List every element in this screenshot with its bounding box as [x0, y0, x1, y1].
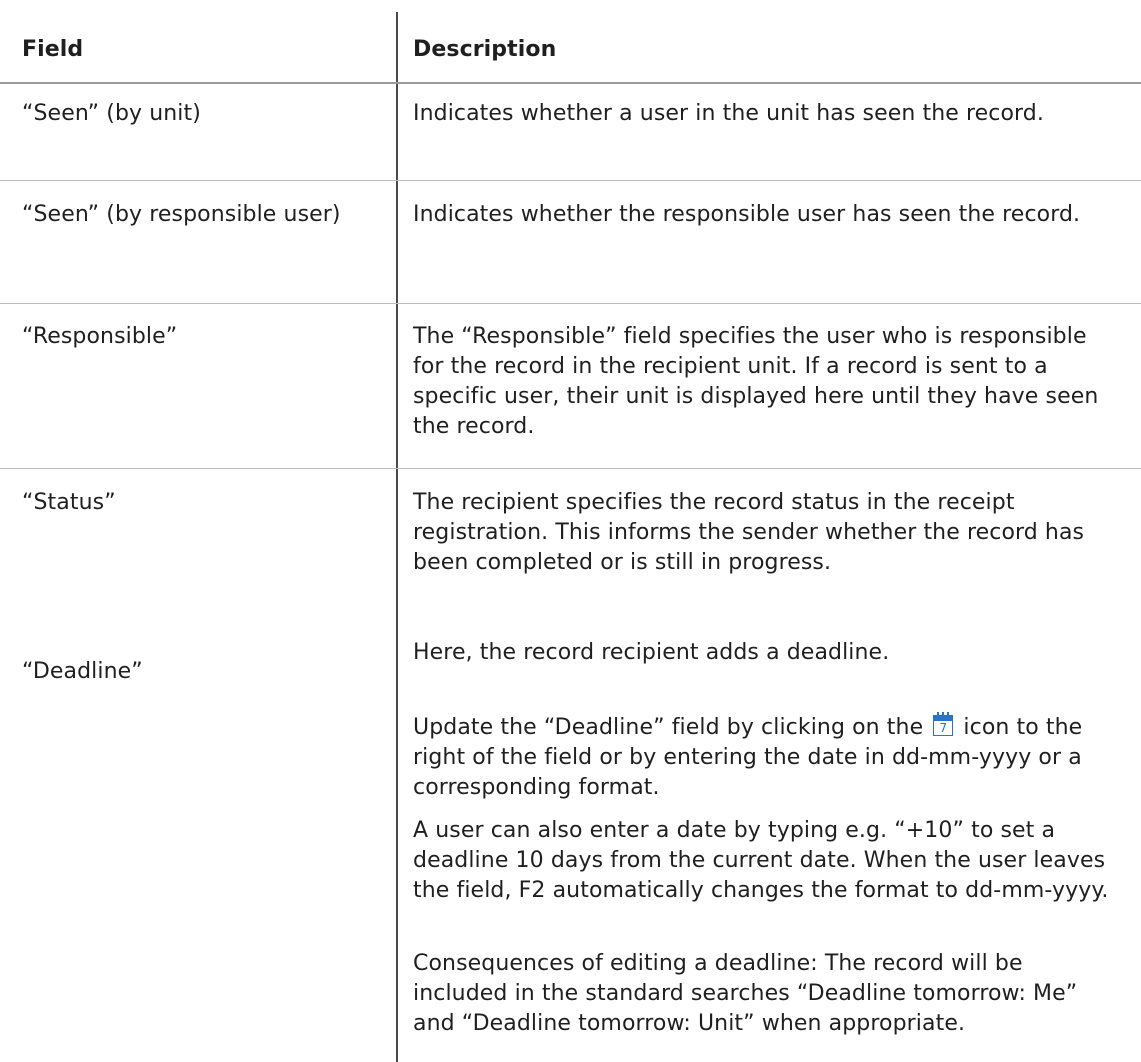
- row-desc-status: The recipient specifies the record statu…: [413, 490, 1085, 575]
- row-desc-deadline-p2: Update the “Deadline” field by clicking …: [413, 712, 1113, 803]
- row-desc-seen-responsible: Indicates whether the responsible user h…: [413, 202, 1081, 227]
- row-desc-deadline-p3: A user can also enter a date by typing e…: [413, 818, 1109, 903]
- row-desc-seen-unit: Indicates whether a user in the unit has…: [413, 101, 1044, 126]
- deadline-p2-before: Update the “Deadline” field by clicking …: [413, 715, 924, 740]
- row-divider: [0, 468, 1141, 469]
- row-desc-responsible: The “Responsible” field specifies the us…: [413, 324, 1099, 439]
- row-divider: [0, 180, 1141, 181]
- row-field-status: “Status”: [22, 490, 116, 515]
- calendar-day: 7: [933, 721, 954, 736]
- field-description-table: Field Description “Seen” (by unit) Indic…: [0, 0, 1141, 1062]
- header-divider: [0, 82, 1141, 84]
- row-field-responsible: “Responsible”: [22, 324, 178, 349]
- row-desc-deadline-p4: Consequences of editing a deadline: The …: [413, 951, 1078, 1036]
- column-divider: [396, 12, 398, 1062]
- row-field-seen-responsible: “Seen” (by responsible user): [22, 202, 341, 227]
- header-description: Description: [413, 37, 557, 62]
- row-field-seen-unit: “Seen” (by unit): [22, 101, 201, 126]
- row-desc-deadline-p1: Here, the record recipient adds a deadli…: [413, 640, 890, 665]
- header-field: Field: [22, 37, 84, 62]
- calendar-icon: 7: [932, 712, 954, 737]
- row-field-deadline: “Deadline”: [22, 659, 143, 684]
- row-divider: [0, 303, 1141, 304]
